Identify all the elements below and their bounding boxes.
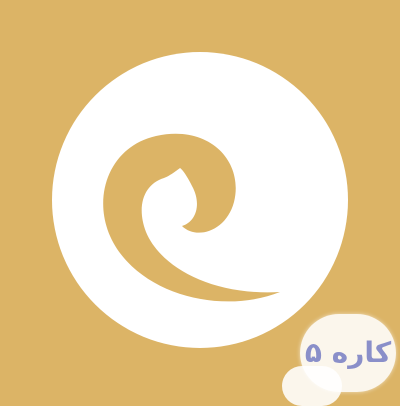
app-icon: کاره ۵ bbox=[0, 0, 400, 406]
watermark-badge: کاره ۵ bbox=[300, 314, 396, 392]
watermark-text: کاره ۵ bbox=[304, 336, 392, 369]
